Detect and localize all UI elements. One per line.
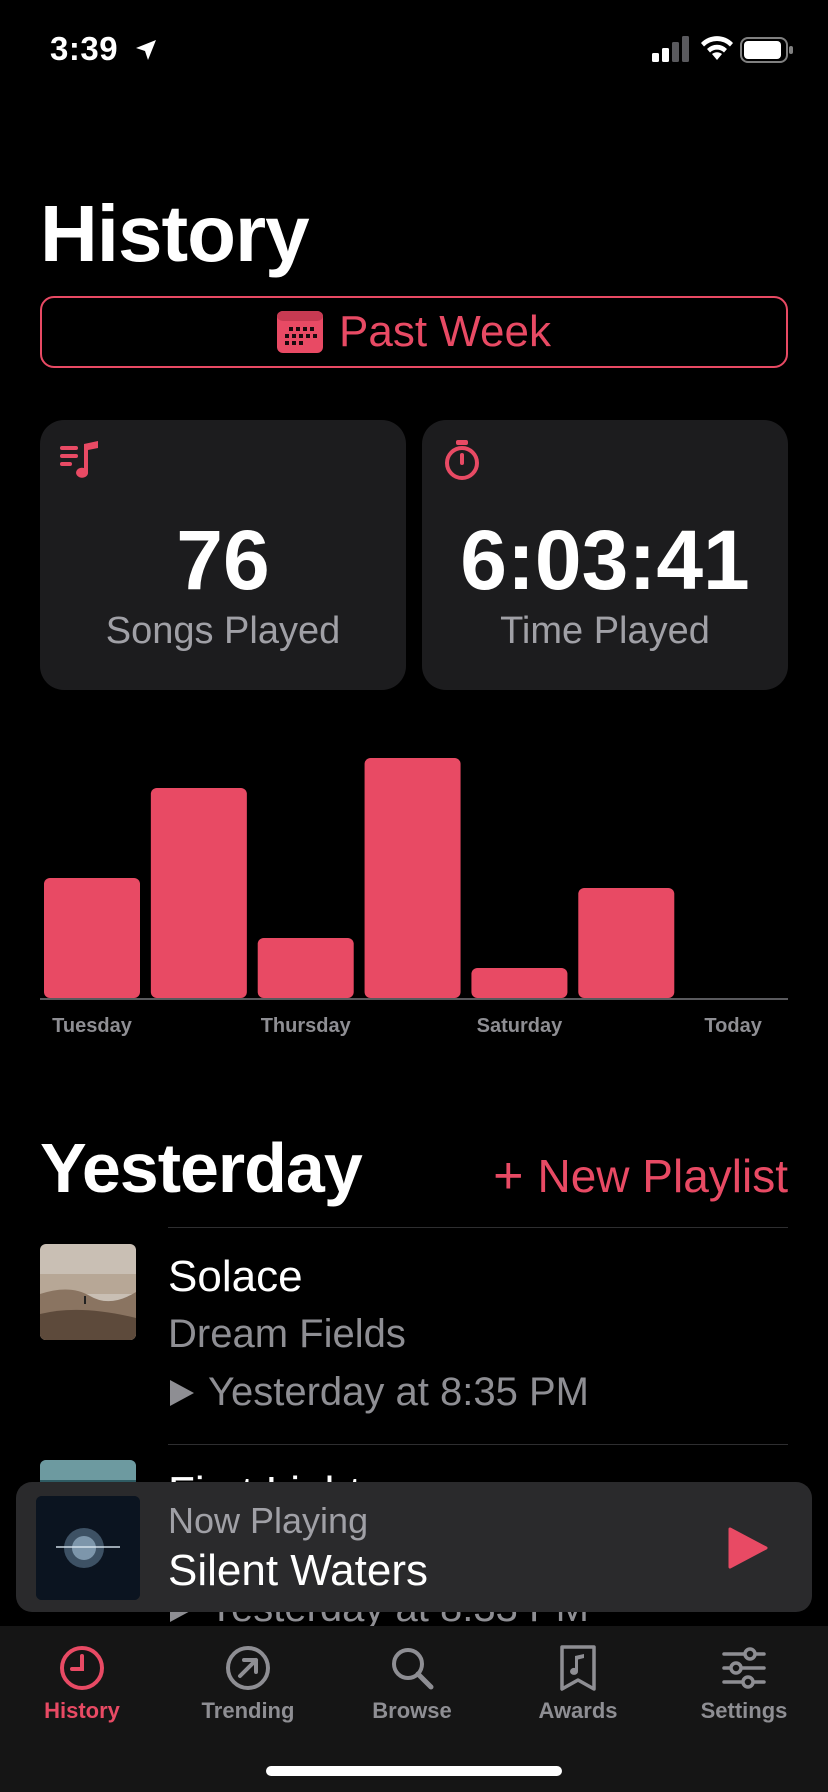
tab-awards[interactable]: Awards	[503, 1644, 653, 1724]
music-list-icon	[60, 441, 98, 478]
battery-icon	[740, 37, 793, 63]
section-title: Yesterday	[40, 1129, 363, 1207]
songs-played-value: 76	[176, 513, 270, 607]
songs-played-card: 76 Songs Played	[40, 420, 406, 690]
track-played-time-text: Yesterday at 8:35 PM	[208, 1370, 589, 1414]
weekly-plays-chart: Tuesday Thursday Saturday Today	[40, 758, 788, 1037]
date-range-button[interactable]: Past Week	[40, 296, 788, 368]
date-range-label: Past Week	[339, 307, 551, 356]
tab-history[interactable]: History	[7, 1644, 157, 1724]
track-played-time: Yesterday at 8:35 PM	[168, 1370, 589, 1415]
now-playing-art	[36, 1496, 140, 1600]
time-played-label: Time Played	[500, 610, 710, 652]
trending-arrow-icon	[226, 1646, 270, 1690]
stopwatch-icon	[445, 440, 479, 480]
home-indicator[interactable]	[266, 1766, 562, 1776]
divider	[168, 1227, 788, 1228]
track-artist: Dream Fields	[168, 1312, 406, 1356]
status-bar: 3:39	[0, 0, 828, 100]
play-button-icon[interactable]	[726, 1526, 768, 1570]
tab-awards-label: Awards	[538, 1698, 618, 1723]
search-icon	[392, 1648, 434, 1690]
track-title: Solace	[168, 1252, 303, 1301]
time-played-value: 6:03:41	[460, 513, 750, 607]
bookmark-music-icon	[560, 1645, 596, 1691]
tab-browse-label: Browse	[372, 1698, 452, 1723]
chart-bar-saturday	[471, 968, 568, 998]
tab-browse[interactable]: Browse	[337, 1644, 487, 1724]
now-playing-title: Silent Waters	[168, 1546, 429, 1595]
divider	[168, 1444, 788, 1445]
chart-bar-thursday	[257, 938, 354, 998]
chart-tick-label: Today	[704, 1015, 762, 1037]
now-playing-label: Now Playing	[168, 1500, 369, 1541]
tab-trending-label: Trending	[201, 1698, 295, 1723]
plus-icon: +	[493, 1147, 524, 1205]
new-playlist-button[interactable]: + New Playlist	[493, 1146, 788, 1206]
calendar-icon	[277, 311, 324, 353]
chart-bar-wednesday	[150, 788, 247, 998]
tab-trending[interactable]: Trending	[173, 1644, 323, 1724]
chart-bar-tuesday	[44, 878, 140, 998]
page-title: History	[40, 189, 310, 278]
wifi-icon	[701, 36, 733, 60]
location-arrow-icon	[136, 40, 156, 60]
play-icon	[170, 1379, 194, 1406]
songs-played-label: Songs Played	[105, 610, 341, 652]
tab-history-label: History	[44, 1698, 120, 1723]
chart-bar-sunday	[578, 888, 675, 998]
tab-settings[interactable]: Settings	[669, 1644, 819, 1724]
clock-icon	[60, 1646, 104, 1690]
sliders-icon	[722, 1647, 766, 1689]
chart-tick-label: Tuesday	[52, 1015, 133, 1037]
new-playlist-label: New Playlist	[537, 1150, 788, 1202]
now-playing-bar[interactable]: Now Playing Silent Waters	[16, 1482, 812, 1612]
chart-tick-label: Thursday	[261, 1015, 352, 1037]
tab-settings-label: Settings	[700, 1698, 788, 1723]
cellular-signal-icon	[652, 36, 689, 62]
time-played-card: 6:03:41 Time Played	[422, 420, 788, 690]
album-art	[40, 1244, 136, 1340]
chart-tick-label: Saturday	[477, 1015, 563, 1037]
chart-bar-friday	[364, 758, 461, 998]
status-time: 3:39	[50, 30, 119, 67]
